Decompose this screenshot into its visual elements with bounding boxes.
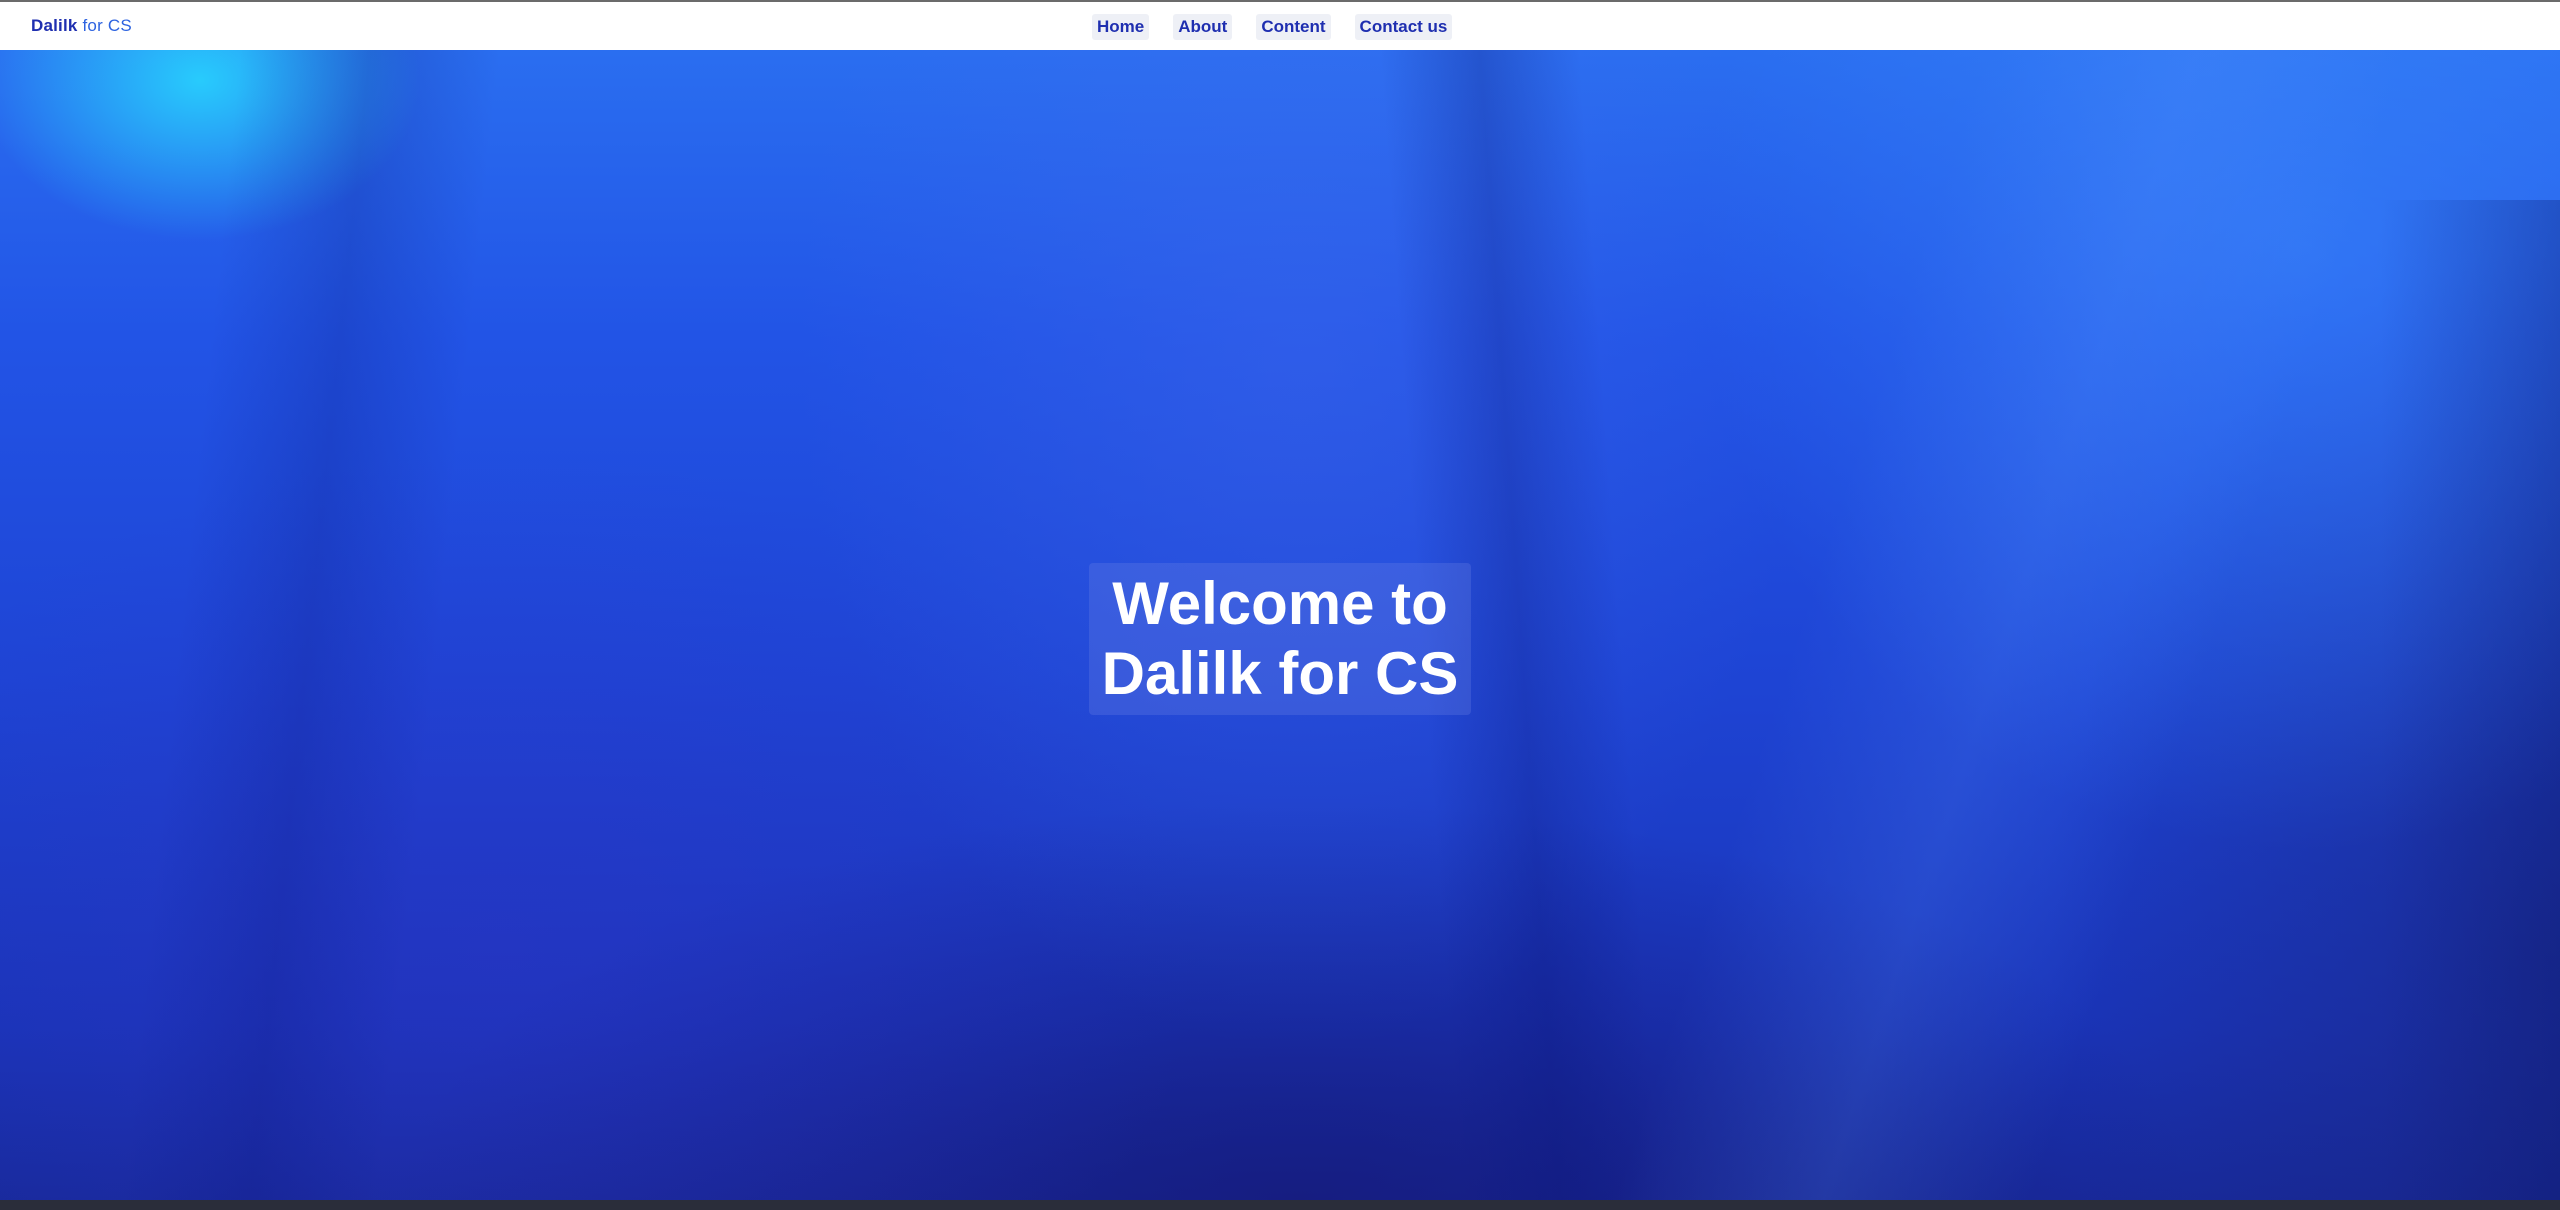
hero-section: Welcome to Dalilk for CS <box>0 50 2560 1200</box>
hero-title-line-1: Welcome to <box>1112 570 1448 637</box>
hero-title-box: Welcome to Dalilk for CS <box>1089 563 1471 715</box>
hero-title: Welcome to Dalilk for CS <box>1089 569 1471 709</box>
nav-link-home[interactable]: Home <box>1092 14 1150 40</box>
brand-name-rest: for CS <box>77 16 132 35</box>
top-navbar: Dalilk for CS Home About Content Contact… <box>0 0 2560 50</box>
brand-name-main: Dalilk <box>31 16 78 35</box>
nav-link-about[interactable]: About <box>1173 14 1233 40</box>
hero-background-fold <box>119 50 501 1200</box>
nav-link-contact-us[interactable]: Contact us <box>1354 14 1453 40</box>
hero-background-fold <box>1613 50 2407 1200</box>
hero-background-fold <box>2380 200 2560 1200</box>
brand-logo-link[interactable]: Dalilk for CS <box>31 16 132 36</box>
hero-title-line-2: Dalilk for CS <box>1101 640 1459 707</box>
bottom-strip <box>0 1200 2560 1210</box>
page: Dalilk for CS Home About Content Contact… <box>0 0 2560 1210</box>
main-nav: Home About Content Contact us <box>1092 14 1476 40</box>
nav-link-content[interactable]: Content <box>1256 14 1331 40</box>
